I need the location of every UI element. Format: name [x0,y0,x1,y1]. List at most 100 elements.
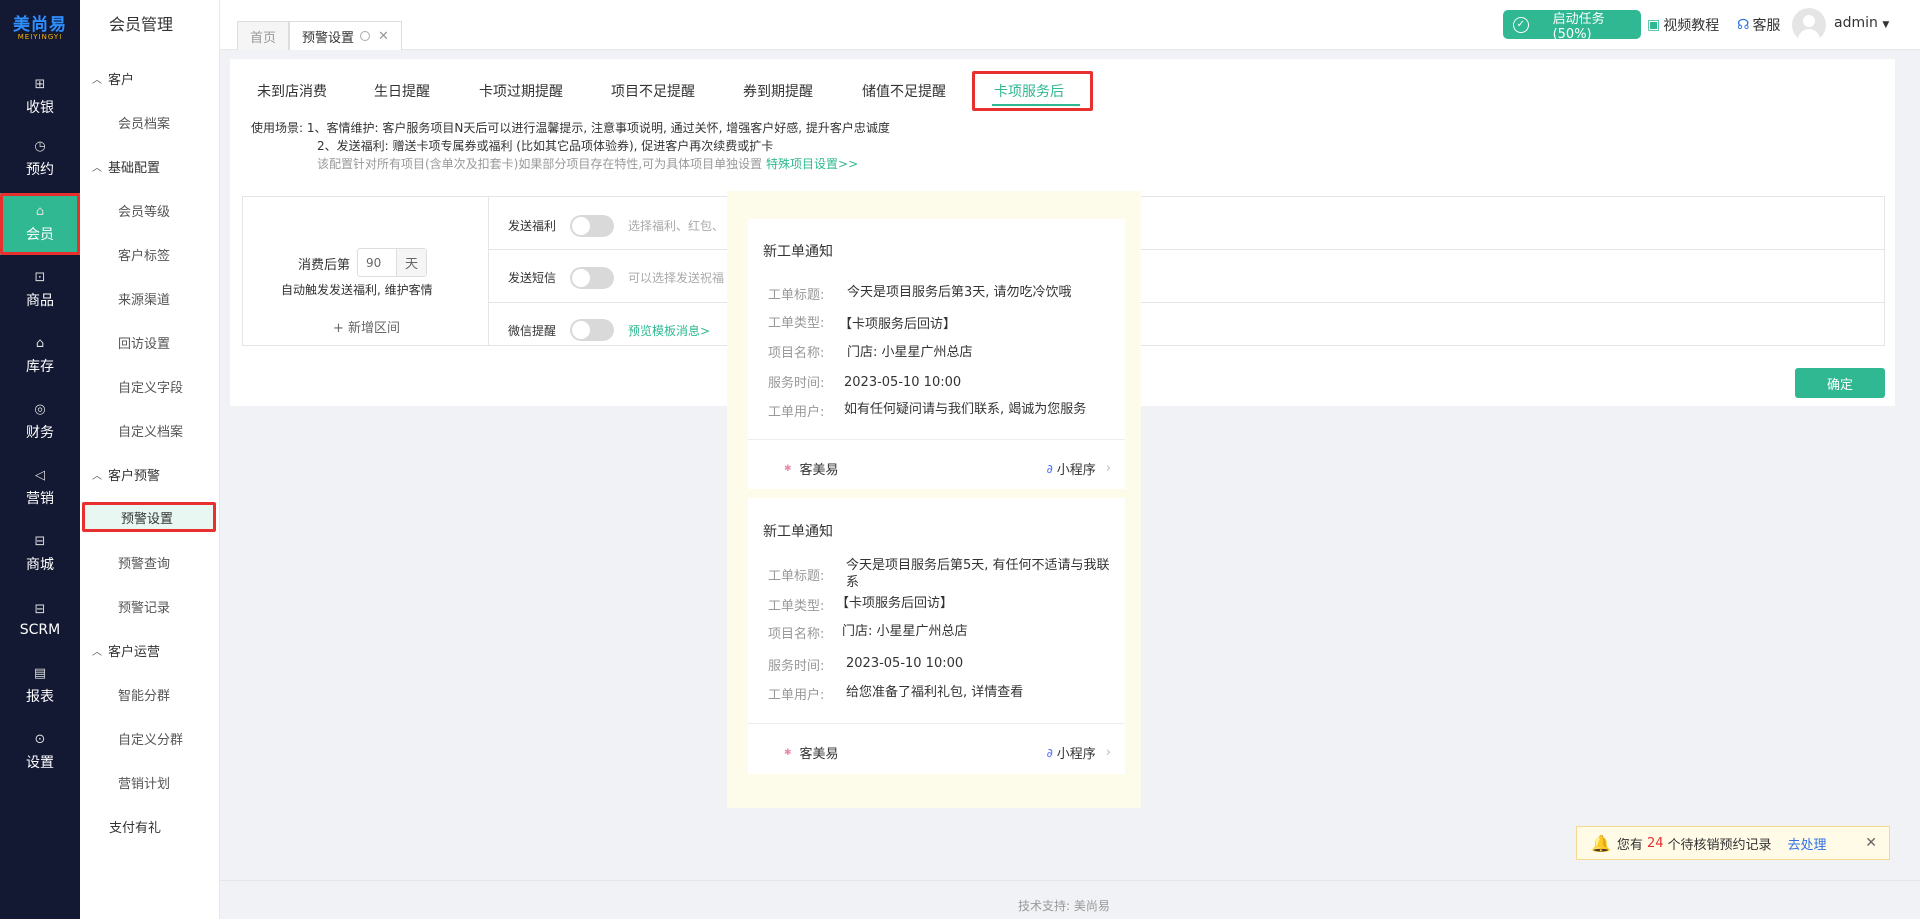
settings-icon: ⊙ [34,731,46,747]
brand-dot-icon: ✱ [784,747,792,758]
tab-coupon-expiry[interactable]: 券到期提醒 [743,81,813,101]
tab-card-expiry[interactable]: 卡项过期提醒 [479,81,563,101]
subnav-item-warning-settings[interactable]: 预警设置 [82,502,216,532]
row-value: 【卡项服务后回访】 [839,317,957,332]
logo[interactable]: 美尚易 MEIYINGYI [0,0,80,50]
close-icon[interactable]: ✕ [378,29,389,44]
tab-no-visit[interactable]: 未到店消费 [257,81,327,101]
subnav-item-warning-query[interactable]: 预警查询 [118,553,170,572]
nav-label: 设置 [26,754,54,771]
send-sms-hint: 可以选择发送祝福 [628,271,725,285]
logo-subtext: MEIYINGYI [17,32,63,41]
preview-template-link[interactable]: 预览模板消息> [628,322,710,339]
refresh-icon[interactable] [360,31,371,41]
row-value: 门店: 小星星广州总店 [847,345,973,360]
subnav-group-warning[interactable]: ︿ 客户预警 [92,465,160,484]
nav-label: 预约 [26,161,54,178]
subnav-item-marketing-plan[interactable]: 营销计划 [118,773,170,792]
nav-item-settings[interactable]: ⊙ 设置 [0,721,80,783]
subnav-item-followup-settings[interactable]: 回访设置 [118,333,170,352]
nav-item-report[interactable]: ▤ 报表 [0,655,80,717]
nav-item-marketing[interactable]: ◁ 营销 [0,457,80,519]
send-benefit-toggle[interactable] [570,215,614,237]
row-label: 工单用户: [768,688,825,703]
row-value: 2023-05-10 10:00 [846,656,964,671]
card-title: 新工单通知 [763,524,833,540]
member-icon: ⌂ [35,203,45,219]
chevron-up-icon: ︿ [92,163,102,174]
close-icon[interactable]: ✕ [1865,835,1877,851]
nav-item-finance[interactable]: ◎ 财务 [0,391,80,453]
warehouse-icon: ⌂ [35,335,45,351]
row-value: 今天是项目服务后第5天, 有任何不适请与我联系 [846,558,1110,590]
subnav-item-customer-tag[interactable]: 客户标签 [118,245,170,264]
send-sms-toggle[interactable] [570,267,614,289]
nav-item-inventory[interactable]: ⌂ 库存 [0,325,80,387]
mini-program-link[interactable]: ∂ 小程序 › [1047,743,1111,762]
nav-item-scrm[interactable]: ⊟ SCRM [0,589,80,651]
wallet-icon: ◎ [34,401,46,417]
start-task-button[interactable]: ✓ 启动任务(50%) [1503,10,1641,42]
subnav-item-pay-gift[interactable]: 支付有礼 [109,817,161,836]
page-tabs: 首页 预警设置 ✕ [237,21,402,50]
add-range-button[interactable]: + 新增区间 [333,317,400,336]
nav-item-goods[interactable]: ⊡ 商品 [0,259,80,321]
subnav-item-custom-archive[interactable]: 自定义档案 [118,421,183,440]
nav-item-member[interactable]: ⌂ 会员 [0,193,80,255]
nav-item-cashier[interactable]: ⊞ 收银 [0,66,80,128]
top-bar: 首页 预警设置 ✕ ✓ 启动任务(50%) ▣ 视频教程 ☊ 客服 admin ▼ [220,0,1920,50]
tab-warning-settings[interactable]: 预警设置 ✕ [289,21,402,50]
nav-label: 收银 [26,99,54,116]
subnav-group-customer[interactable]: ︿ 客户 [92,69,134,88]
wechat-reminder-toggle[interactable] [570,319,614,341]
usage-prefix: 使用场景: [251,121,304,135]
days-input[interactable]: 90 天 [357,248,427,277]
nav-label: SCRM [19,621,61,638]
check-circle-icon: ✓ [1513,16,1529,33]
nav-label: 商品 [26,292,54,309]
report-icon: ▤ [33,665,47,681]
subnav-item-member-archive[interactable]: 会员档案 [118,113,170,132]
days-value: 90 [366,255,382,270]
subnav-item-source-channel[interactable]: 来源渠道 [118,289,170,308]
row-label: 工单类型: [768,316,825,331]
subnav-group-operation[interactable]: ︿ 客户运营 [92,641,160,660]
video-tutorial-link[interactable]: ▣ 视频教程 [1647,15,1719,35]
subnav-item-warning-records[interactable]: 预警记录 [118,597,170,616]
send-benefit-hint: 选择福利、红包、 [628,219,725,233]
wechat-reminder-label: 微信提醒 [508,324,557,338]
avatar[interactable] [1792,8,1826,42]
chevron-right-icon: › [1105,745,1111,760]
mini-program-link[interactable]: ∂ 小程序 › [1047,459,1111,478]
subnav-item-custom-group[interactable]: 自定义分群 [118,729,183,748]
confirm-button[interactable]: 确定 [1795,368,1885,398]
nav-item-mall[interactable]: ⊟ 商城 [0,523,80,585]
customer-service-link[interactable]: ☊ 客服 [1737,15,1780,35]
notice-action-link[interactable]: 去处理 [1788,834,1827,853]
tab-birthday[interactable]: 生日提醒 [374,81,430,101]
subnav-item-custom-field[interactable]: 自定义字段 [118,377,183,396]
template-preview-popover: 新工单通知 工单标题: 今天是项目服务后第3天, 请勿吃冷饮哦 工单类型: 【卡… [727,191,1141,808]
scrm-icon: ⊟ [34,601,46,617]
row-value: 2023-05-10 10:00 [844,375,962,390]
subnav-item-member-level[interactable]: 会员等级 [118,201,170,220]
nav-item-appointment[interactable]: ◷ 预约 [0,128,80,190]
main-nav: 美尚易 MEIYINGYI ⊞ 收银 ◷ 预约 ⌂ 会员 ⊡ 商品 ⌂ 库存 ◎ 财务 ◁ 营… [0,0,80,919]
brand-label: ✱ 客美易 [784,747,839,762]
sub-nav: 会员管理 ︿ 客户 会员档案 ︿ 基础配置 会员等级 客户标签 来源渠道 回访设置 … [80,0,220,919]
special-project-link[interactable]: 特殊项目设置>> [766,157,858,171]
row-value: 门店: 小星星广州总店 [842,624,968,639]
tab-home[interactable]: 首页 [237,21,290,50]
nav-label: 会员 [26,226,54,243]
user-menu[interactable]: admin ▼ [1834,15,1889,31]
subnav-item-smart-group[interactable]: 智能分群 [118,685,170,704]
subnav-group-basic-config[interactable]: ︿ 基础配置 [92,157,160,176]
brand-dot-icon: ✱ [784,463,792,474]
row-label: 工单类型: [768,599,825,614]
usage-line1: 1、客情维护: 客户服务项目N天后可以进行温馨提示, 注意事项说明, 通过关怀,… [306,121,890,135]
tab-project-insufficient[interactable]: 项目不足提醒 [611,81,695,101]
tab-balance-low[interactable]: 储值不足提醒 [862,81,946,101]
megaphone-icon: ◁ [35,467,45,483]
after-consume-label: 消费后第 [298,258,351,273]
row-value: 今天是项目服务后第3天, 请勿吃冷饮哦 [847,285,1072,300]
